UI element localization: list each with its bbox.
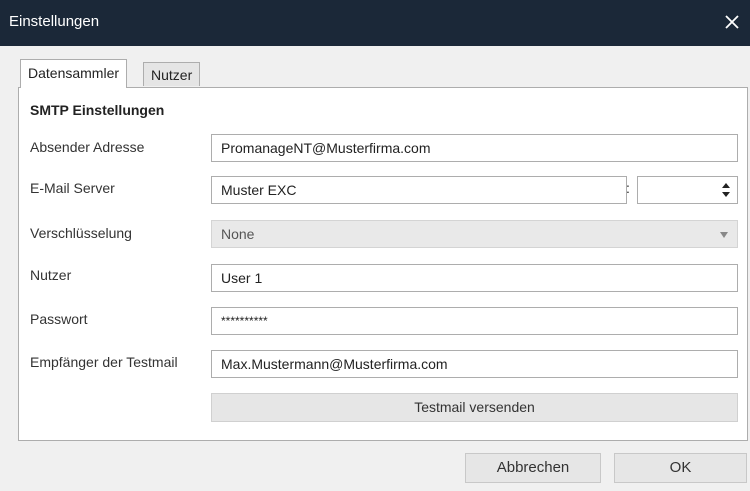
server-input[interactable]: Muster EXC [211,176,627,204]
dropdown-arrow-icon [720,232,728,238]
password-input[interactable]: ********** [211,307,738,335]
encryption-label: Verschlüsselung [30,225,132,241]
server-port-separator: : [626,180,630,196]
ok-button[interactable]: OK [614,453,747,483]
sender-input[interactable]: PromanageNT@Musterfirma.com [211,134,738,162]
encryption-value: None [221,226,255,242]
section-title: SMTP Einstellungen [30,102,165,118]
window-title: Einstellungen [9,13,100,30]
close-icon[interactable] [720,10,744,34]
user-label: Nutzer [30,267,72,283]
tab-nutzer[interactable]: Nutzer [143,62,201,86]
user-input[interactable]: User 1 [211,264,738,292]
cancel-button[interactable]: Abbrechen [465,453,601,483]
tab-datensammler[interactable]: Datensammler [20,59,128,88]
port-input[interactable] [637,176,738,204]
sender-label: Absender Adresse [30,139,145,155]
encryption-select[interactable]: None [211,220,738,248]
password-label: Passwort [30,311,88,327]
recipient-label: Empfänger der Testmail [30,354,178,370]
recipient-input[interactable]: Max.Mustermann@Musterfirma.com [211,350,738,378]
spinner-icon[interactable] [721,182,731,198]
send-testmail-button[interactable]: Testmail versenden [211,393,738,422]
title-bar: Einstellungen [0,0,750,46]
server-label: E-Mail Server [30,180,115,196]
